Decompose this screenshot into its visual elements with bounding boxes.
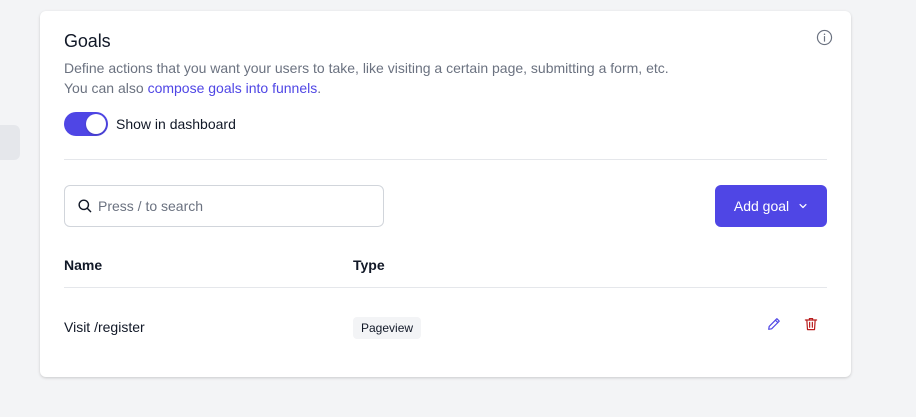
toggle-knob: [86, 114, 106, 134]
chevron-down-icon: [798, 201, 808, 211]
search-input[interactable]: [98, 198, 378, 214]
goal-type-badge: Pageview: [353, 317, 422, 339]
section-description: Define actions that you want your users …: [64, 58, 764, 98]
search-icon: [77, 198, 93, 214]
description-suffix: .: [317, 80, 322, 96]
show-in-dashboard-toggle[interactable]: [64, 112, 108, 136]
goal-name: Visit /register: [64, 319, 145, 335]
pencil-icon[interactable]: [766, 316, 782, 332]
info-icon[interactable]: [816, 29, 833, 46]
description-line-1: Define actions that you want your users …: [64, 60, 669, 76]
description-line-2: You can also compose goals into funnels.: [64, 78, 764, 98]
section-divider: [64, 159, 827, 160]
show-in-dashboard-label: Show in dashboard: [116, 116, 236, 132]
column-header-type: Type: [353, 257, 385, 273]
sidebar-tab-fragment: [0, 125, 20, 160]
description-prefix: You can also: [64, 80, 148, 96]
show-in-dashboard-row: Show in dashboard: [64, 112, 236, 136]
goals-card: Goals Define actions that you want your …: [40, 11, 851, 377]
search-box[interactable]: [64, 185, 384, 227]
trash-icon[interactable]: [803, 316, 819, 332]
compose-funnels-link[interactable]: compose goals into funnels: [148, 80, 318, 96]
section-title: Goals: [64, 31, 111, 51]
column-header-name: Name: [64, 257, 103, 273]
table-header-divider: [64, 287, 827, 288]
add-goal-button[interactable]: Add goal: [715, 185, 827, 227]
add-goal-label: Add goal: [733, 198, 790, 214]
